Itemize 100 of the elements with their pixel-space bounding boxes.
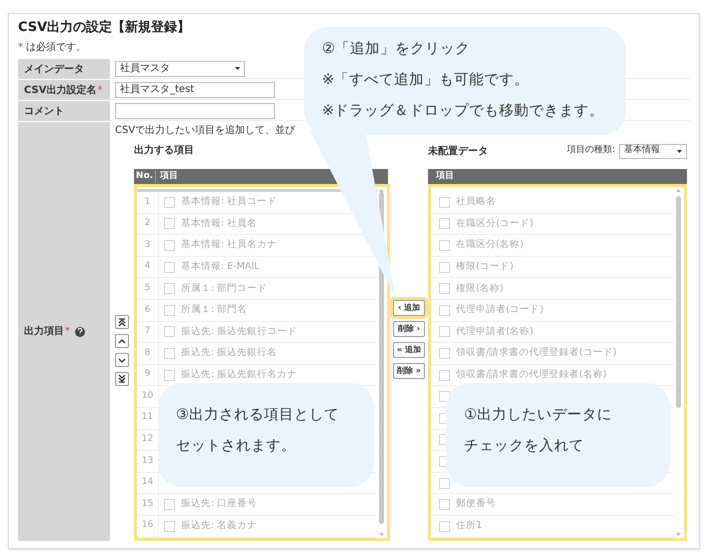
item-label: 社員略名 (456, 195, 496, 210)
checkbox[interactable] (164, 196, 175, 208)
move-button[interactable] (115, 334, 129, 348)
move-button[interactable] (115, 315, 129, 329)
item-label: 所属１: 部門名 (181, 303, 248, 318)
item-label: 代理申請者(名称) (456, 324, 534, 339)
description-text: CSVで出力したい項目を追加して、並び (115, 125, 296, 137)
row-number: 7 (137, 322, 159, 342)
checkbox[interactable] (439, 478, 450, 489)
checkbox[interactable] (164, 262, 175, 273)
checkbox[interactable] (164, 218, 175, 230)
checkbox[interactable] (439, 283, 450, 294)
row-number: 1 (137, 192, 159, 213)
move-bottom-icon (118, 374, 126, 384)
checkbox[interactable] (439, 240, 450, 251)
item-label: 在職区分(名称) (456, 238, 524, 252)
checkbox[interactable] (439, 196, 450, 208)
caret-icon (235, 67, 240, 70)
chevron-down-icon (118, 356, 126, 364)
move-button[interactable] (115, 372, 129, 386)
scroll-down-icon (379, 533, 384, 536)
item-label: 基本情報: 社員名 (181, 216, 258, 231)
transfer-button[interactable]: 削除 › (393, 321, 425, 337)
required-mark: * (65, 325, 70, 339)
callout-text: ※「すべて追加」も可能です。 (322, 71, 530, 90)
main-data-select[interactable]: 社員マスタ (115, 60, 245, 76)
checkbox[interactable] (439, 304, 450, 316)
checkbox[interactable] (439, 326, 450, 338)
item-label: 代理申請者(コード) (456, 303, 544, 318)
checkbox[interactable] (164, 370, 175, 381)
required-mark: * (18, 41, 23, 55)
row-number: 8 (137, 343, 159, 364)
checkbox[interactable] (439, 520, 450, 532)
move-top-icon (118, 318, 126, 326)
move-button[interactable] (115, 353, 129, 367)
checkbox[interactable] (439, 499, 450, 510)
checkbox[interactable] (164, 499, 175, 510)
form-label: メインデータ (24, 62, 84, 76)
list-title: 未配置データ (428, 144, 488, 158)
row-number: 2 (137, 214, 159, 234)
checkbox[interactable] (439, 370, 450, 381)
callout-text: ①出力したいデータに (464, 406, 613, 425)
text-field[interactable] (115, 102, 275, 118)
callout-text: ②「追加」をクリック (322, 40, 471, 59)
item-label: 住所1 (456, 519, 482, 534)
item-label: 振込先: 名義カナ (181, 519, 258, 534)
form-label: CSV出力設定名 (24, 83, 96, 98)
checkbox[interactable] (164, 304, 175, 316)
required-mark: * (97, 84, 102, 98)
checkbox[interactable] (164, 348, 175, 359)
item-label: 基本情報: 社員名カナ (181, 238, 278, 252)
checkbox[interactable] (439, 262, 450, 273)
transfer-button[interactable]: « 追加 (393, 342, 425, 358)
form-label: コメント (24, 104, 64, 118)
item-label: 基本情報: 社員コード (181, 195, 278, 210)
scroll-down-icon (676, 533, 681, 536)
item-label: 所属１: 部門コード (181, 282, 268, 296)
row-number: 4 (137, 256, 159, 278)
checkbox[interactable] (164, 240, 175, 251)
callout-text: ※ドラッグ＆ドロップでも移動できます。 (322, 102, 606, 121)
row-number: 16 (137, 516, 159, 536)
text-field[interactable]: 社員マスタ_test (115, 82, 275, 98)
scrollbar[interactable] (675, 189, 682, 536)
item-label: 振込先: 口座番号 (181, 497, 258, 512)
item-label: 郵便番号 (456, 497, 496, 512)
checkbox[interactable] (439, 218, 450, 230)
help-icon[interactable] (75, 326, 85, 336)
scrollbar-thumb[interactable] (676, 196, 681, 408)
caret-icon (677, 150, 682, 152)
callout-text: チェックを入れて (464, 437, 585, 456)
list-title: 出力する項目 (134, 144, 195, 158)
item-label: 振込先: 振込先銀行名カナ (181, 368, 298, 382)
checkbox[interactable] (164, 520, 175, 532)
item-label: 領収書/請求書の代理登録者(名称) (456, 368, 607, 382)
checkbox[interactable] (439, 391, 450, 402)
item-label: 振込先: 振込先銀行コード (181, 324, 298, 339)
checkbox[interactable] (439, 348, 450, 359)
form-label: 出力項目 (24, 324, 64, 339)
checkbox[interactable] (164, 326, 175, 338)
row-number: 3 (137, 235, 159, 256)
item-label: 在職区分(コード) (456, 216, 534, 231)
required-note: は必須です。 (26, 41, 86, 55)
transfer-button[interactable]: ‹ 追加 (393, 300, 425, 316)
row-number: 6 (137, 300, 159, 321)
row-number: 14 (137, 472, 159, 494)
row-number: 5 (137, 278, 159, 299)
transfer-button[interactable]: 削除 » (393, 363, 425, 379)
item-label: 領収書/請求書の代理登録者(コード) (456, 346, 617, 360)
item-label: 権限(コード) (456, 260, 514, 274)
item-label: 権限(名称) (456, 282, 504, 296)
scroll-up-icon (676, 189, 681, 192)
column-header: 項目 (158, 170, 178, 183)
page-title: CSV出力の設定【新規登録】 (18, 19, 192, 37)
row-number: 15 (137, 494, 159, 515)
chevron-up-icon (118, 336, 126, 346)
item-type-select[interactable]: 基本情報 (619, 144, 687, 158)
item-label: 振込先: 振込先銀行名 (181, 346, 278, 360)
column-header: No. (134, 170, 156, 184)
filter-label: 項目の種類: (566, 144, 615, 158)
checkbox[interactable] (164, 283, 175, 294)
